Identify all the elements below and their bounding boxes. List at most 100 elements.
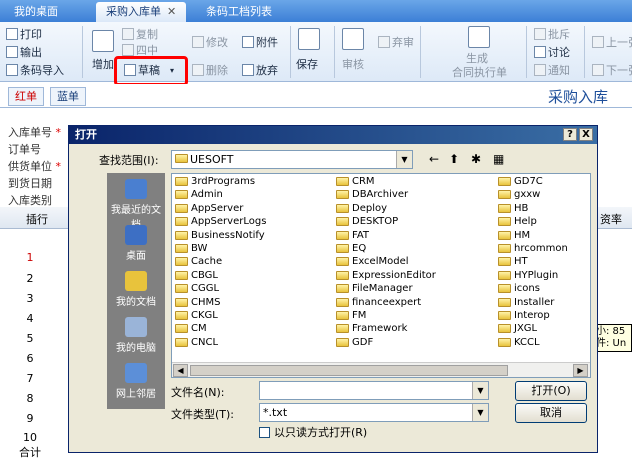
new-folder-icon[interactable]: ✱ xyxy=(471,152,481,166)
tab-barcode-list[interactable]: 条码工档列表 xyxy=(196,2,282,22)
readonly-checkbox[interactable] xyxy=(259,426,270,438)
cancel-button[interactable]: 取消 xyxy=(515,403,587,423)
abandon-button[interactable]: 放弃 xyxy=(242,62,278,78)
folder-item[interactable]: JXGL xyxy=(498,323,537,334)
attachment-button[interactable]: 附件 xyxy=(242,34,278,50)
folder-item[interactable]: FAT xyxy=(336,230,369,241)
copy-button[interactable]: 复制 xyxy=(122,26,158,42)
close-icon[interactable]: ✕ xyxy=(167,5,176,18)
folder-item[interactable]: icons xyxy=(498,283,540,294)
folder-label: HB xyxy=(514,202,529,214)
filetype-select[interactable]: *.txt ▼ xyxy=(259,403,489,422)
scroll-thumb[interactable] xyxy=(190,365,508,376)
folder-item[interactable]: financeexpert xyxy=(336,297,421,308)
folder-item[interactable]: BW xyxy=(175,243,207,254)
folder-item[interactable]: gxxw xyxy=(498,189,540,200)
chevron-down-icon[interactable]: ▼ xyxy=(472,382,488,399)
folder-item[interactable]: Installer xyxy=(498,297,554,308)
form-label-inbound-no: 入库单号 * xyxy=(8,126,61,139)
view-menu-icon[interactable]: ▦ xyxy=(493,152,504,166)
unaudit-button[interactable]: 弃审 xyxy=(378,34,414,50)
filename-input[interactable]: ▼ xyxy=(259,381,489,400)
place-network[interactable]: 网上邻居 xyxy=(107,363,165,400)
place-my-documents[interactable]: 我的文档 xyxy=(107,271,165,308)
folder-item[interactable]: HYPlugin xyxy=(498,270,558,281)
chevron-down-icon[interactable]: ▼ xyxy=(472,404,488,421)
up-folder-icon[interactable]: ⬆ xyxy=(449,152,459,166)
open-button[interactable]: 打开(O) xyxy=(515,381,587,401)
folder-item[interactable]: DBArchiver xyxy=(336,189,408,200)
audit-button[interactable]: 审核 xyxy=(342,56,364,72)
folder-item[interactable]: CNCL xyxy=(175,337,218,348)
red-invoice-tab[interactable]: 红单 xyxy=(8,87,44,106)
folder-item[interactable]: hrcommon xyxy=(498,243,568,254)
export-icon xyxy=(6,46,18,58)
folder-icon xyxy=(175,154,188,163)
folder-item[interactable]: AppServerLogs xyxy=(175,216,266,227)
place-desktop[interactable]: 桌面 xyxy=(107,225,165,262)
folder-item[interactable]: HB xyxy=(498,203,528,214)
modify-button[interactable]: 修改 xyxy=(192,34,228,50)
file-list[interactable]: 3rdPrograms Admin AppServer AppServerLogs Bu… xyxy=(171,173,591,378)
export-button[interactable]: 输出 xyxy=(6,44,42,60)
folder-item[interactable]: CM xyxy=(175,323,207,334)
folder-item[interactable]: FM xyxy=(336,310,366,321)
save-button[interactable]: 保存 xyxy=(296,56,318,72)
prev-page-button[interactable]: 上一张 xyxy=(592,34,632,50)
approve-button[interactable]: 批斥 xyxy=(534,26,570,42)
folder-item[interactable]: AppServer xyxy=(175,203,243,214)
lookin-combo[interactable]: UESOFT ▼ xyxy=(171,150,413,169)
folder-item[interactable]: GDF xyxy=(336,337,373,348)
folder-item[interactable]: CKGL xyxy=(175,310,218,321)
folder-item[interactable]: Deploy xyxy=(336,203,387,214)
folder-item[interactable]: BusinessNotify xyxy=(175,230,265,241)
folder-item[interactable]: Admin xyxy=(175,189,223,200)
folder-item[interactable]: Framework xyxy=(336,323,407,334)
folder-item[interactable]: Cache xyxy=(175,256,222,267)
folder-icon xyxy=(175,284,188,294)
horizontal-scrollbar[interactable]: ◀ ▶ xyxy=(172,362,590,377)
folder-icon xyxy=(175,230,188,240)
import-barcode-button[interactable]: 条码导入 xyxy=(6,62,64,78)
folder-item[interactable]: HM xyxy=(498,230,530,241)
folder-label: Installer xyxy=(514,296,555,308)
delete-button[interactable]: 删除 xyxy=(192,62,228,78)
folder-item[interactable]: CBGL xyxy=(175,270,218,281)
folder-item[interactable]: Help xyxy=(498,216,537,227)
place-my-computer[interactable]: 我的电脑 xyxy=(107,317,165,354)
scroll-left-icon[interactable]: ◀ xyxy=(173,364,188,377)
help-button[interactable]: ? xyxy=(563,128,577,141)
generate-contract-button[interactable]: 合同执行单 xyxy=(452,64,507,80)
folder-item[interactable]: Interop xyxy=(498,310,550,321)
folder-item[interactable]: ExcelModel xyxy=(336,256,409,267)
page-title: 采购入库 xyxy=(548,88,609,106)
folder-item[interactable]: HT xyxy=(498,256,528,267)
close-button[interactable]: X xyxy=(579,128,593,141)
next-page-button[interactable]: 下一张 xyxy=(592,62,632,78)
tab-label: 我的桌面 xyxy=(14,5,58,18)
folder-item[interactable]: GD7C xyxy=(498,176,543,187)
print-button[interactable]: 打印 xyxy=(6,26,42,42)
folder-item[interactable]: CGGL xyxy=(175,283,219,294)
place-recent[interactable]: 我最近的文档 xyxy=(107,179,165,231)
notify-button[interactable]: 通知 xyxy=(534,62,570,78)
folder-item[interactable]: EQ xyxy=(336,243,366,254)
folder-item[interactable]: ExpressionEditor xyxy=(336,270,436,281)
tab-my-desktop[interactable]: 我的桌面 xyxy=(4,2,68,22)
folder-item[interactable]: CRM xyxy=(336,176,375,187)
insert-row-header[interactable]: 插行 xyxy=(26,211,48,227)
chevron-down-icon[interactable]: ▼ xyxy=(396,151,412,168)
folder-label: CGGL xyxy=(191,283,220,295)
add-button[interactable]: 增加 xyxy=(92,56,114,72)
folder-item[interactable]: FileManager xyxy=(336,283,413,294)
folder-item[interactable]: DESKTOP xyxy=(336,216,398,227)
back-icon[interactable]: ← xyxy=(429,152,439,166)
discuss-button[interactable]: 讨论 xyxy=(534,44,570,60)
readonly-checkbox-row[interactable]: 以只读方式打开(R) xyxy=(259,424,367,440)
tab-purchase-inbound[interactable]: 采购入库单 ✕ xyxy=(96,2,187,22)
blue-invoice-tab[interactable]: 蓝单 xyxy=(50,87,86,106)
scroll-right-icon[interactable]: ▶ xyxy=(573,364,588,377)
folder-item[interactable]: 3rdPrograms xyxy=(175,176,255,187)
folder-item[interactable]: KCCL xyxy=(498,337,540,348)
folder-item[interactable]: CHMS xyxy=(175,297,220,308)
